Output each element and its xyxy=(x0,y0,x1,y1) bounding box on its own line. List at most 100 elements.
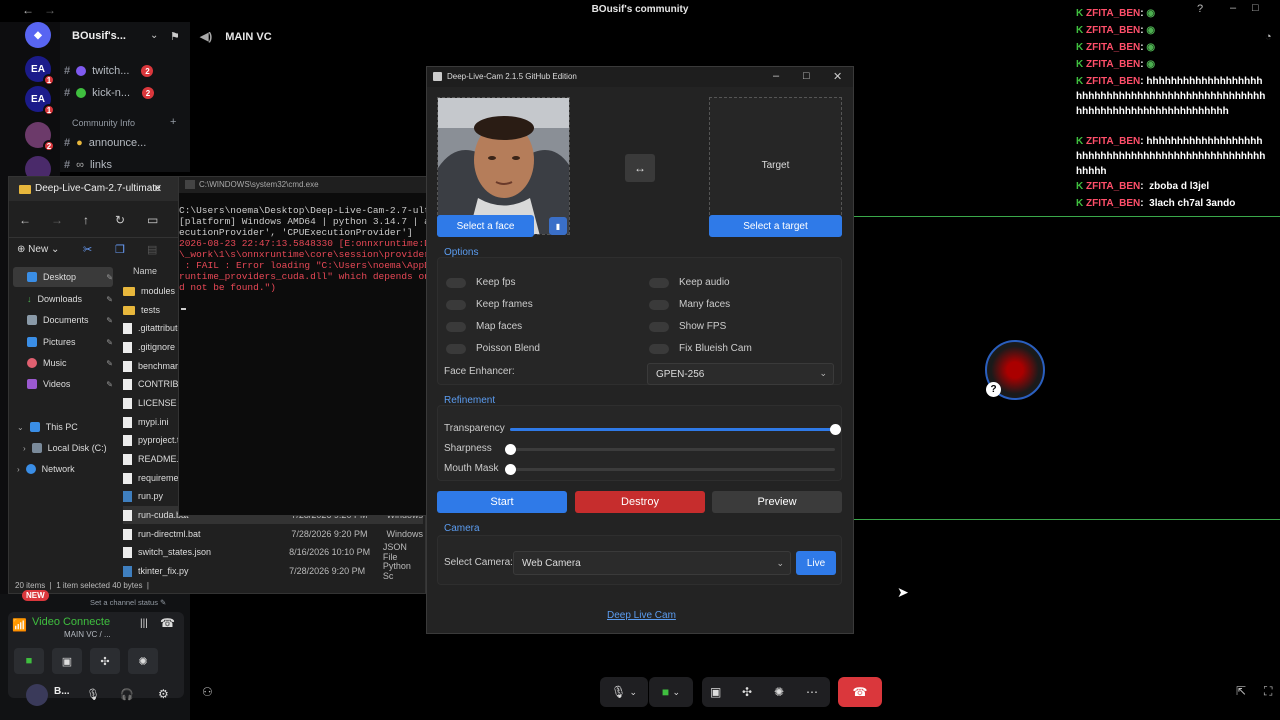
monitor-icon[interactable]: ▭ xyxy=(147,213,158,227)
sidebar-item-pictures[interactable]: Pictures ✎ xyxy=(13,332,113,352)
toggle-switch[interactable] xyxy=(649,299,669,310)
new-button[interactable]: ⊕ New ⌄ xyxy=(17,244,59,255)
toggle-show-fps[interactable]: Show FPS xyxy=(649,321,726,332)
sharpness-slider[interactable] xyxy=(505,444,835,455)
more-icon[interactable]: ⋯ xyxy=(806,685,818,699)
toggle-switch[interactable] xyxy=(649,343,669,354)
select-target-button[interactable]: Select a target xyxy=(709,215,842,237)
start-button[interactable]: Start xyxy=(437,491,567,513)
refresh-icon[interactable]: ↻ xyxy=(115,213,125,227)
live-button[interactable]: Live xyxy=(796,551,836,575)
forward-icon[interactable]: → xyxy=(51,213,63,227)
transparency-slider[interactable] xyxy=(510,424,841,435)
soundboard-icon[interactable]: ✺ xyxy=(128,648,158,674)
toggle-map-faces[interactable]: Map faces xyxy=(446,321,522,332)
channel-item-kick[interactable]: # kick-n... 2 xyxy=(64,83,155,103)
mute-button[interactable]: 🎙 ⌄ xyxy=(600,677,648,707)
mouth-mask-slider[interactable] xyxy=(505,464,835,475)
close-icon[interactable]: ✕ xyxy=(833,70,842,83)
camera-swap-icon[interactable]: ▮ xyxy=(549,217,567,235)
sidebar-item-documents[interactable]: Documents ✎ xyxy=(13,310,113,330)
command-bar: ⊕ New ⌄ ✂ ❐ ▤ xyxy=(9,237,179,261)
cmd-line: ecutionProvider', 'CPUExecutionProvider'… xyxy=(179,227,413,238)
toggle-switch[interactable] xyxy=(446,343,466,354)
chat-bubble-icon[interactable]: ◔ xyxy=(1265,31,1272,43)
back-icon[interactable]: ← xyxy=(19,213,31,227)
screen-share-icon[interactable]: ▣ xyxy=(710,685,721,699)
microphone-icon[interactable]: 🎙 xyxy=(86,688,100,701)
toggle-switch[interactable] xyxy=(446,321,466,332)
preview-button[interactable]: Preview xyxy=(712,491,842,513)
channel-item-announcements[interactable]: # ● announce... xyxy=(64,133,146,153)
discord-home-icon[interactable]: ◆ xyxy=(25,22,51,48)
sidebar-item-music[interactable]: Music ✎ xyxy=(13,353,113,373)
pin-icon: ✎ xyxy=(106,315,113,325)
server-name[interactable]: BOusif's... xyxy=(72,30,126,42)
server-icon-ea[interactable]: EA 1 xyxy=(25,56,55,86)
camera-toggle-icon[interactable]: ■ xyxy=(14,648,44,674)
hash-icon: # xyxy=(64,137,71,149)
select-face-button[interactable]: Select a face xyxy=(437,215,534,237)
paste-icon[interactable]: ▤ xyxy=(147,243,157,256)
server-icon-ea-2[interactable]: EA 1 xyxy=(25,86,55,116)
file-row[interactable]: switch_states.json 8/16/2026 10:10 PM JSON… xyxy=(123,542,423,562)
add-user-icon[interactable]: ⚇ xyxy=(202,685,213,699)
server-icon-community[interactable]: 2 xyxy=(25,122,55,152)
slider-knob[interactable] xyxy=(505,444,516,455)
popout-icon[interactable]: ⇱ xyxy=(1236,684,1246,698)
tree-item-network[interactable]: › Network xyxy=(13,459,113,479)
channel-item-links[interactable]: # ∞ links xyxy=(64,155,112,175)
face-enhancer-select[interactable]: GPEN-256 ⌄ xyxy=(647,363,834,385)
slider-knob[interactable] xyxy=(830,424,841,435)
add-member-icon[interactable]: ⚑ xyxy=(170,30,180,43)
toggle-keep-audio[interactable]: Keep audio xyxy=(649,277,730,288)
leave-call-button[interactable]: ☎ xyxy=(838,677,882,707)
file-row[interactable]: run-directml.bat 7/28/2026 9:20 PM Windows xyxy=(123,525,423,543)
toggle-switch[interactable] xyxy=(649,277,669,288)
gear-icon[interactable]: ⚙ xyxy=(158,687,169,701)
soundboard-icon[interactable]: ✺ xyxy=(774,685,784,699)
tree-item-this-pc[interactable]: ⌄ This PC xyxy=(13,417,113,437)
category-community-info[interactable]: Community Info xyxy=(72,118,135,128)
activities-icon[interactable]: ✣ xyxy=(742,685,752,699)
close-icon[interactable]: ✕ xyxy=(153,182,162,195)
destroy-button[interactable]: Destroy xyxy=(575,491,705,513)
activities-icon[interactable]: ✣ xyxy=(90,648,120,674)
deep-live-cam-link[interactable]: Deep Live Cam xyxy=(607,610,676,621)
toggle-keep-frames[interactable]: Keep frames xyxy=(446,299,533,310)
camera-button[interactable]: ■ ⌄ xyxy=(649,677,693,707)
sidebar-item-videos[interactable]: Videos ✎ xyxy=(13,374,113,394)
copy-icon[interactable]: ❐ xyxy=(115,243,125,256)
chat-message: K ZFITA_BEN: hhhhhhhhhhhhhhhhhhhhhhhhhhh… xyxy=(1076,136,1266,177)
toggle-many-faces[interactable]: Many faces xyxy=(649,299,730,310)
swap-button[interactable]: ↔ xyxy=(625,154,655,182)
cut-icon[interactable]: ✂ xyxy=(83,243,92,256)
toggle-switch[interactable] xyxy=(446,299,466,310)
toggle-fix-blueish-cam[interactable]: Fix Blueish Cam xyxy=(649,343,752,354)
toggle-switch[interactable] xyxy=(649,321,669,332)
channel-status-button[interactable]: Set a channel status ✎ xyxy=(90,598,166,607)
sidebar-item-downloads[interactable]: ↓ Downloads ✎ xyxy=(13,289,113,309)
toggle-poisson-blend[interactable]: Poisson Blend xyxy=(446,343,540,354)
up-icon[interactable]: ↑ xyxy=(83,213,89,227)
chevron-down-icon[interactable]: ⌄ xyxy=(150,30,158,41)
fullscreen-icon[interactable]: ⛶ xyxy=(1264,684,1272,699)
channel-item-twitch[interactable]: # twitch... 2 xyxy=(64,61,154,81)
screen-share-icon[interactable]: ▣ xyxy=(52,648,82,674)
sidebar-item-desktop[interactable]: Desktop ✎ xyxy=(13,267,113,287)
camera-select[interactable]: Web Camera ⌄ xyxy=(513,551,791,575)
tree-item-local-disk[interactable]: › Local Disk (C:) xyxy=(13,438,113,458)
maximize-icon[interactable]: □ xyxy=(803,70,810,82)
file-row[interactable]: tkinter_fix.py 7/28/2026 9:20 PM Python Sc xyxy=(123,561,423,581)
column-header-name[interactable]: Name xyxy=(133,266,157,276)
disconnect-icon[interactable]: ☎ xyxy=(160,616,175,630)
minimize-icon[interactable]: – xyxy=(773,70,779,82)
user-avatar[interactable] xyxy=(26,684,48,706)
noise-suppression-icon[interactable]: ||| xyxy=(140,618,148,629)
add-channel-icon[interactable]: + xyxy=(170,116,176,128)
headphones-icon[interactable]: 🎧 xyxy=(120,688,134,701)
explorer-tab[interactable]: Deep-Live-Cam-2.7-ultimate ✕ xyxy=(9,177,179,201)
slider-knob[interactable] xyxy=(505,464,516,475)
toggle-switch[interactable] xyxy=(446,277,466,288)
toggle-keep-fps[interactable]: Keep fps xyxy=(446,277,515,288)
